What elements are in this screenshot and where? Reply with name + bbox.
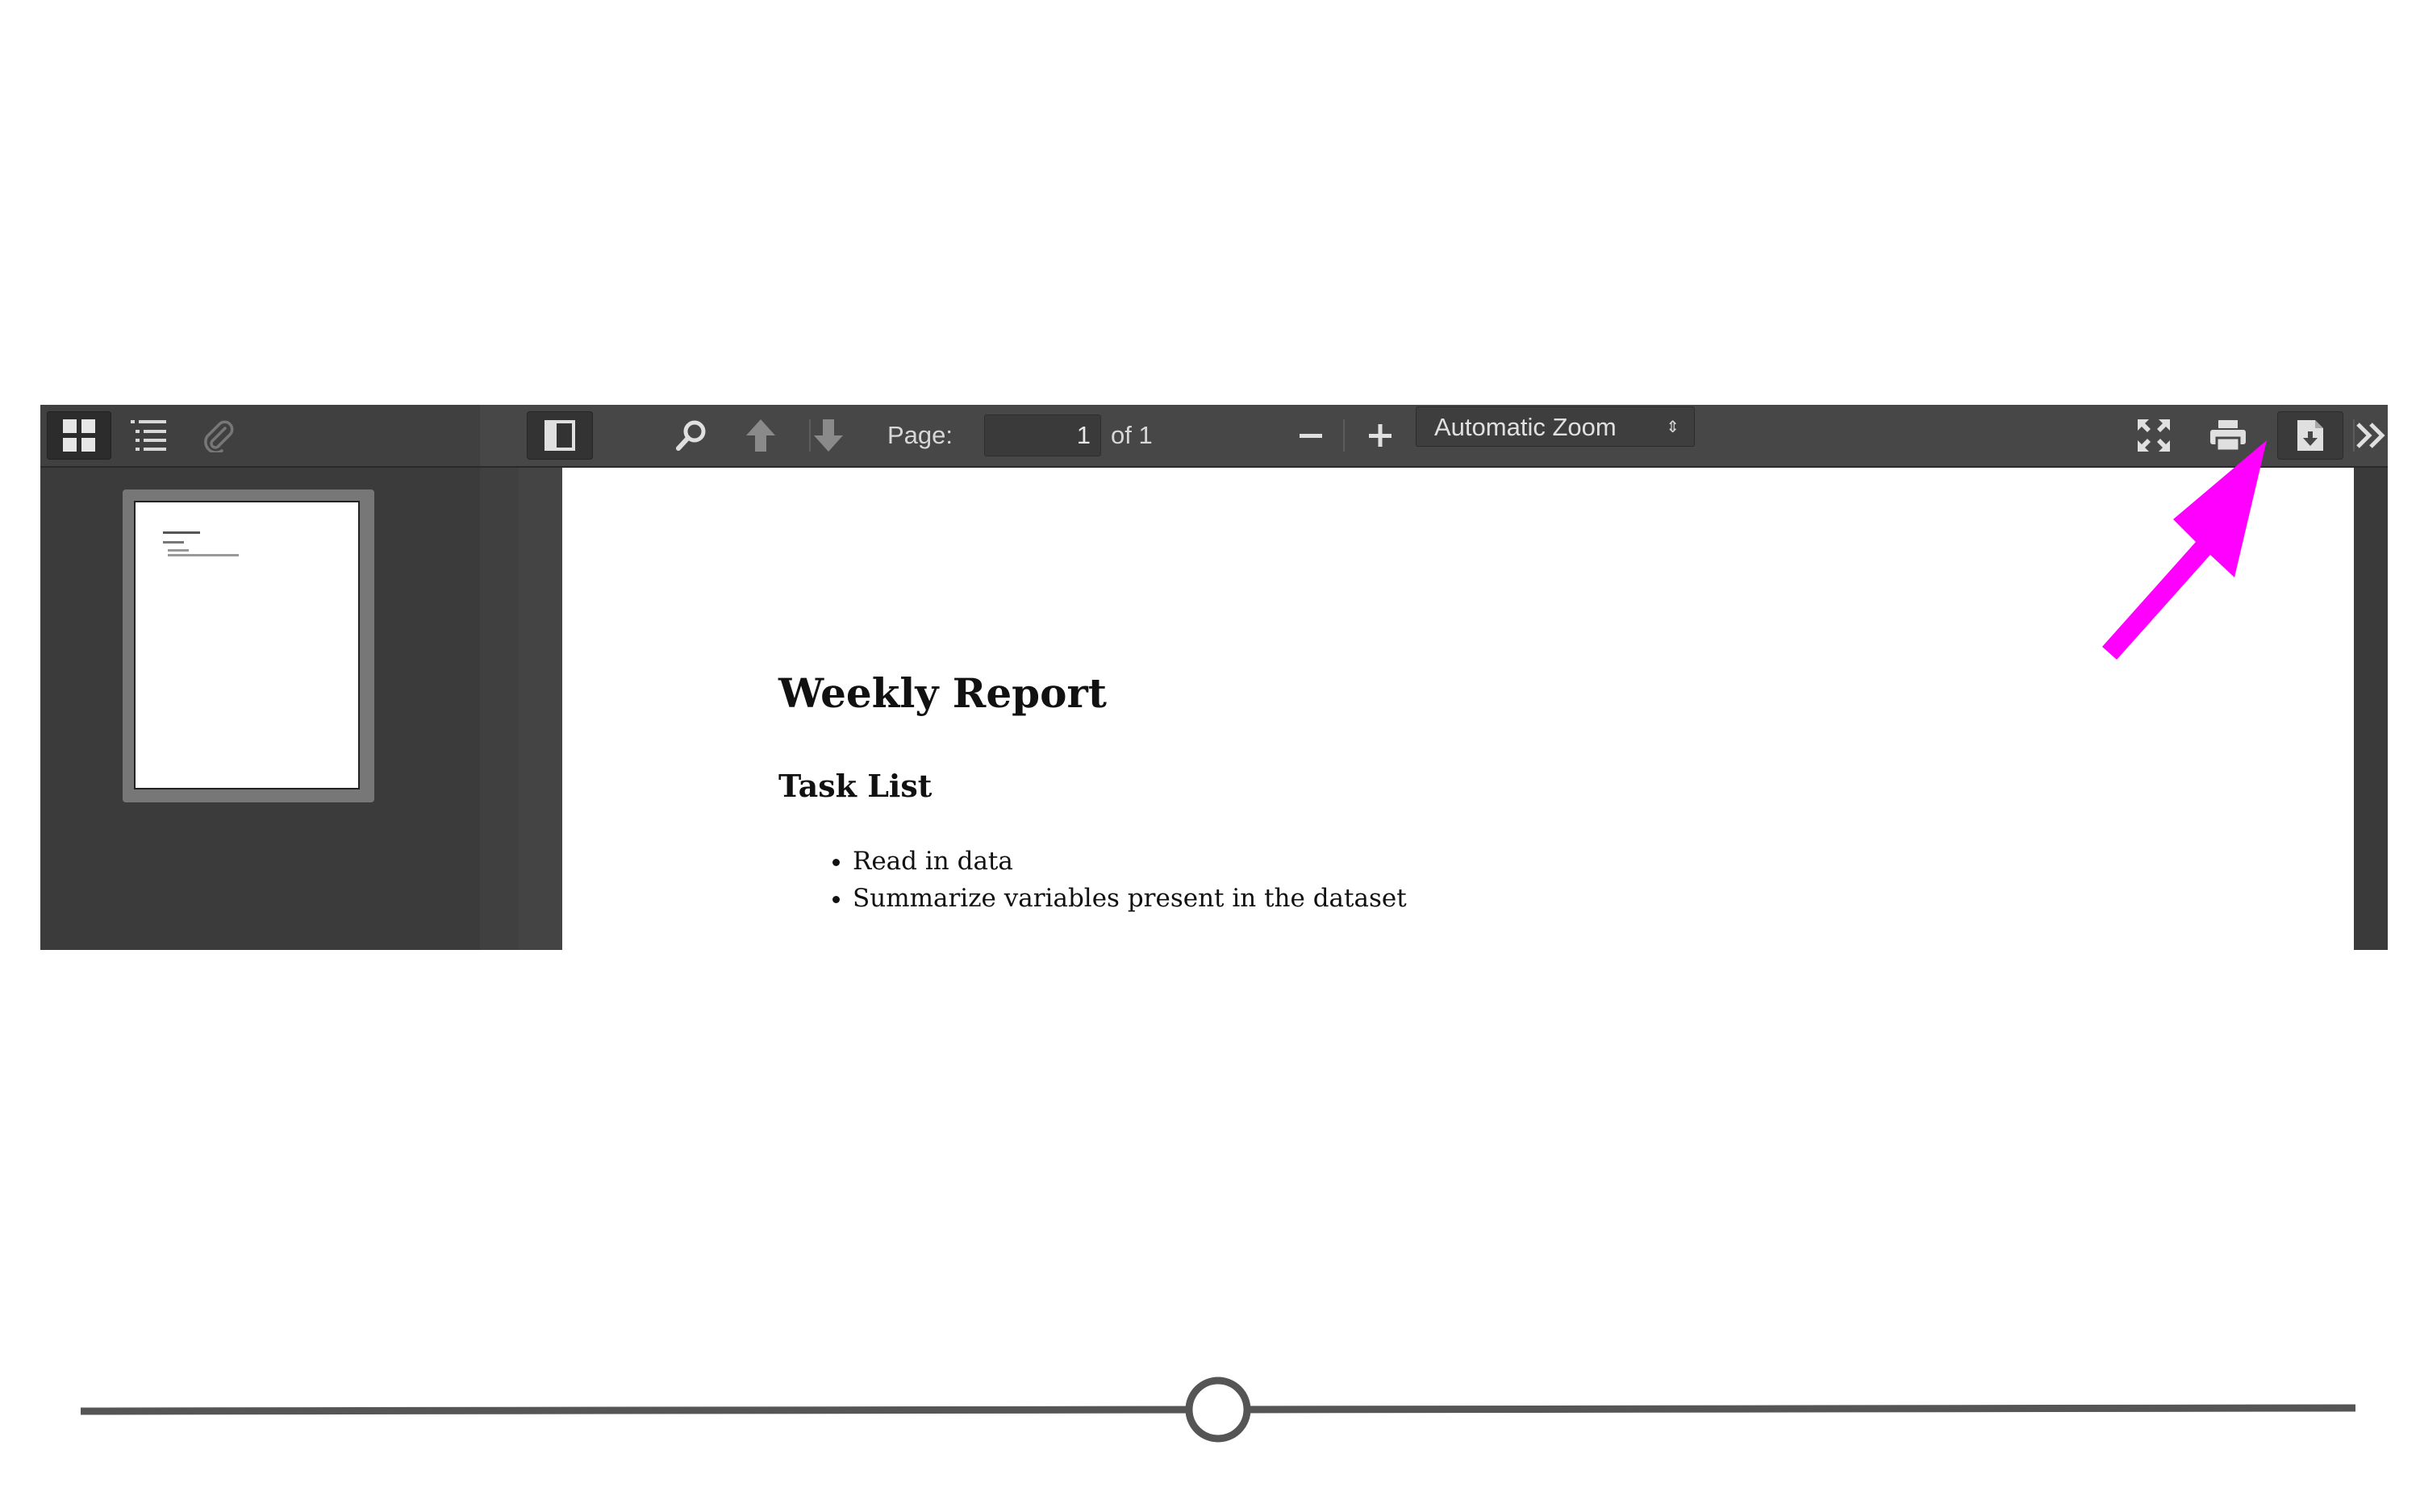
annotation-arrow — [2102, 440, 2267, 660]
sidebar-toolbar — [40, 405, 480, 468]
updown-icon: ⇕ — [1666, 419, 1679, 436]
toolbar-separator — [1343, 419, 1345, 452]
outline-view-button[interactable] — [116, 411, 181, 460]
find-button[interactable] — [667, 411, 716, 460]
double-chevron-right-icon — [2356, 423, 2385, 448]
page-count: of 1 — [1111, 421, 1153, 449]
zoom-out-button[interactable] — [1287, 411, 1335, 460]
previous-page-button[interactable] — [736, 411, 785, 460]
timeline-slider[interactable] — [81, 1355, 2355, 1468]
download-button[interactable] — [2277, 411, 2343, 460]
list-item: Summarize variables present in the datas… — [853, 880, 1407, 917]
page-number-input[interactable] — [984, 414, 1101, 456]
zoom-select[interactable]: Automatic Zoom ⇕ — [1416, 406, 1695, 447]
zoom-select-value: Automatic Zoom — [1434, 413, 1617, 441]
arrow-up-icon — [746, 419, 775, 452]
page-thumbnail[interactable] — [123, 489, 374, 802]
thumbnail-page — [136, 502, 358, 788]
sidebar-resizer[interactable] — [480, 405, 519, 950]
download-icon — [2297, 420, 2323, 451]
next-page-button[interactable] — [804, 411, 853, 460]
zoom-in-button[interactable] — [1356, 411, 1404, 460]
thumbnail-sidebar — [40, 468, 480, 950]
document-scroll-edge — [2354, 468, 2388, 950]
list-icon — [131, 420, 166, 451]
page-label: Page: — [887, 421, 953, 449]
paperclip-icon — [204, 420, 234, 452]
sidebar-toggle-icon — [544, 420, 575, 451]
task-list: Read in data Summarize variables present… — [778, 843, 1407, 917]
tools-button[interactable] — [2347, 411, 2388, 460]
minus-icon — [1300, 434, 1322, 438]
pdf-viewer: Page: of 1 Automatic Zoom ⇕ — [40, 405, 2388, 950]
sidebar-toggle-button[interactable] — [527, 411, 593, 460]
document-title: Weekly Report — [778, 669, 1107, 717]
grid-icon — [63, 419, 95, 452]
list-item: Read in data — [853, 843, 1407, 880]
slider-handle[interactable] — [1185, 1377, 1251, 1443]
section-heading: Task List — [778, 768, 933, 804]
thumbnail-view-button[interactable] — [47, 411, 111, 460]
arrow-down-icon — [814, 419, 843, 452]
search-icon — [676, 420, 706, 451]
plus-icon — [1369, 424, 1392, 447]
attachments-view-button[interactable] — [186, 411, 250, 460]
